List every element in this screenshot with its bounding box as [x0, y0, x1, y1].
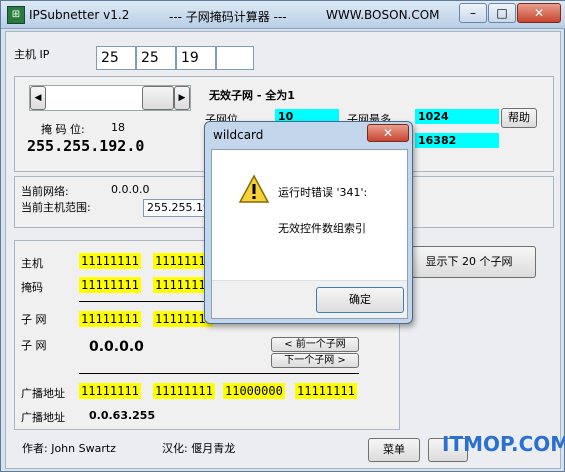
close-button[interactable]: ✕ [517, 3, 561, 23]
ip-octet-2[interactable]: 25 [136, 46, 176, 70]
invalid-subnet-title: 无效子网 - 全为1 [209, 89, 295, 102]
current-network-value: 0.0.0.0 [111, 183, 150, 196]
error-message: 无效控件数组索引 [278, 222, 366, 235]
ip-octet-4[interactable] [216, 46, 254, 70]
menu-button[interactable]: 菜单 [368, 438, 420, 462]
ip-octet-3[interactable]: 19 [176, 46, 216, 70]
subnet-address-label: 子 网 [21, 339, 47, 352]
localized-by-label: 汉化: 偃月青龙 [162, 442, 236, 455]
title-bar: ⊞ IPSubnetter v1.2 --- 子网掩码计算器 --- WWW.B… [1, 1, 565, 29]
host-ip-label: 主机 IP [14, 48, 50, 61]
subnet-mask-value: 255.255.192.0 [27, 137, 145, 155]
subnet-bits-row-label: 子 网 [21, 313, 47, 326]
broadcast-bits-label: 广播地址 [21, 387, 65, 400]
subnet-address-value: 0.0.0.0 [89, 339, 144, 355]
close-icon: ✕ [533, 6, 545, 20]
max-hosts-value: 16382 [415, 133, 499, 148]
help-button[interactable]: 帮助 [501, 108, 537, 128]
main-window: ⊞ IPSubnetter v1.2 --- 子网掩码计算器 --- WWW.B… [0, 0, 565, 472]
next-subnet-button[interactable]: 下一个子网 > [271, 353, 359, 368]
minimize-button[interactable]: – [459, 3, 487, 23]
broadcast-bits-4: 11111111 [295, 383, 357, 399]
close-icon: ✕ [382, 126, 394, 140]
host-range-field[interactable]: 255.255.19 [143, 199, 207, 217]
dialog-body: 运行时错误 '341': 无效控件数组索引 确定 [211, 149, 408, 319]
subnet-bits-1: 11111111 [79, 311, 141, 327]
scroll-thumb[interactable] [142, 86, 174, 110]
scroll-right-arrow-icon[interactable]: ▶ [174, 86, 190, 110]
broadcast-address-value: 0.0.63.255 [89, 409, 156, 422]
mask-scrollbar[interactable]: ◀ ▶ [29, 85, 191, 111]
current-network-label: 当前网络: [21, 185, 69, 198]
dialog-title: wildcard [213, 128, 264, 142]
dialog-close-button[interactable]: ✕ [367, 124, 409, 142]
ok-button[interactable]: 确定 [316, 287, 404, 313]
website-url: WWW.BOSON.COM [326, 8, 440, 22]
host-range-label: 当前主机范围: [21, 201, 91, 214]
maximize-button[interactable]: □ [488, 3, 516, 23]
prev-subnet-button[interactable]: < 前一个子网 [271, 337, 359, 352]
window-subtitle: --- 子网掩码计算器 --- [169, 10, 287, 24]
ip-octet-1[interactable]: 25 [96, 46, 136, 70]
host-bits-label: 主机 [21, 257, 43, 270]
show-next-20-button[interactable]: 显示下 20 个子网 [402, 246, 536, 278]
mask-bits-value: 18 [111, 121, 125, 134]
broadcast-bits-3: 11000000 [223, 383, 285, 399]
app-icon: ⊞ [7, 6, 25, 24]
divider [79, 373, 359, 374]
broadcast-address-label: 广播地址 [21, 411, 65, 424]
host-bits-1: 11111111 [79, 253, 141, 269]
scroll-left-arrow-icon[interactable]: ◀ [30, 86, 46, 110]
watermark: ITMOP.COM [442, 432, 565, 456]
app-title: IPSubnetter v1.2 [29, 8, 130, 22]
broadcast-bits-2: 11111111 [153, 383, 215, 399]
minimize-icon: – [470, 6, 476, 20]
mask-bits-row-label: 掩码 [21, 281, 43, 294]
broadcast-bits-1: 11111111 [79, 383, 141, 399]
error-dialog: wildcard ✕ 运行时错误 '341': 无效控件数组索引 确定 [204, 121, 413, 324]
max-subnets-value: 1024 [415, 109, 499, 124]
error-line: 运行时错误 '341': [278, 186, 368, 199]
warning-icon [238, 174, 270, 203]
maximize-icon: □ [496, 6, 508, 20]
mask-bits-1: 11111111 [79, 277, 141, 293]
dialog-footer: 确定 [212, 280, 407, 318]
mask-bits-label: 掩 码 位: [41, 123, 85, 136]
author-label: 作者: John Swartz [22, 442, 116, 455]
